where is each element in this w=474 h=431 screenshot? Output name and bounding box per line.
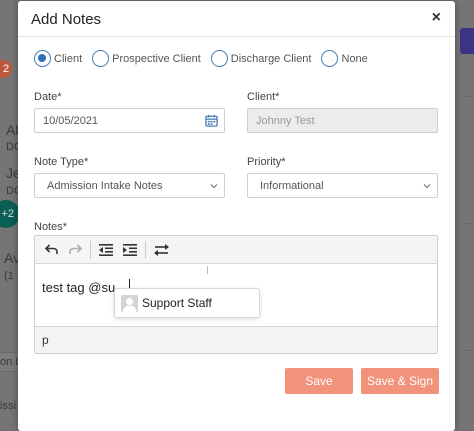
swap-arrows-icon [153,243,169,256]
radio-label: Discharge Client [230,52,312,65]
priority-select[interactable]: Informational [247,173,438,198]
client-type-radio-group: Client Prospective Client Discharge Clie… [34,50,378,67]
user-avatar-icon [121,294,138,312]
note-type-label: Note Type* [34,156,89,168]
priority-value: Informational [260,180,324,192]
mention-suggestion-item[interactable]: Support Staff [114,288,260,318]
text-direction-button[interactable] [149,239,173,261]
outdent-icon [99,243,113,256]
undo-icon [44,244,58,254]
redo-button[interactable] [63,239,87,261]
radio-button[interactable] [210,50,228,67]
note-type-select[interactable]: Admission Intake Notes [34,173,225,198]
radio-button-checked[interactable] [34,50,51,67]
background-text-1: Al [6,122,19,138]
chevron-down-icon [210,184,218,189]
modal-header: Add Notes × [18,1,455,37]
notes-label: Notes* [34,221,68,233]
outdent-button[interactable] [94,239,118,261]
radio-button[interactable] [321,50,339,67]
background-bottom-text: issi [0,400,16,412]
chevron-down-icon [423,184,431,189]
note-type-value: Admission Intake Notes [47,180,163,192]
redo-icon [68,244,82,254]
indent-icon [123,243,137,256]
background-count-circle: +2 [0,200,20,228]
radio-label: Client [54,52,83,65]
client-input: Johnny Test [247,108,438,133]
date-value: 10/05/2021 [43,115,99,127]
radio-prospective-client[interactable]: Prospective Client [92,50,201,67]
calendar-icon[interactable] [205,114,218,127]
radio-none[interactable]: None [321,50,368,67]
background-divider [466,350,474,351]
toolbar-divider [90,240,91,259]
radio-button[interactable] [92,50,110,67]
background-right-button [460,28,474,54]
element-path: p [42,333,49,347]
date-label: Date* [34,91,62,103]
priority-label: Priority* [247,156,286,168]
radio-label: Prospective Client [112,52,201,65]
background-divider [466,223,474,224]
save-button[interactable]: Save [285,368,353,394]
background-text-6: (1 [4,270,14,282]
client-label: Client* [247,91,280,103]
undo-button[interactable] [39,239,63,261]
notes-content: test tag @su [42,280,116,295]
modal-title: Add Notes [31,11,102,28]
editor-toolbar [35,236,437,264]
radio-client[interactable]: Client [34,50,82,67]
radio-discharge-client[interactable]: Discharge Client [210,50,312,67]
background-badge: 2 [0,60,12,78]
editor-status-bar: p [35,326,437,353]
add-notes-modal: Add Notes × Client Prospective Client Di… [18,1,455,431]
toolbar-divider [145,240,146,259]
radio-label: None [341,52,368,65]
resize-marker [207,266,208,274]
background-divider [466,96,474,97]
save-sign-button[interactable]: Save & Sign [361,368,439,394]
close-icon[interactable]: × [432,9,441,27]
client-value: Johnny Test [256,115,315,127]
mention-label: Support Staff [142,296,212,310]
date-input[interactable]: 10/05/2021 [34,108,225,133]
indent-button[interactable] [118,239,142,261]
